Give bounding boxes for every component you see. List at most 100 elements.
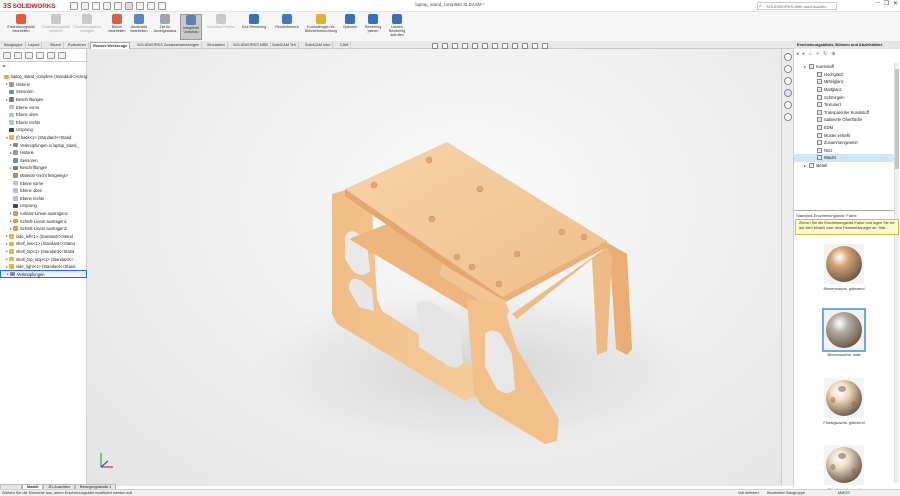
dimxpert-manager-tab-icon[interactable]	[36, 51, 44, 59]
tree-node[interactable]: ▸ shelf_top_stop<1> (Standard<<	[0, 255, 87, 263]
tree-node[interactable]: ▸ Schnitt-Linear austragen2	[0, 225, 87, 233]
tab-9[interactable]: SolidCAM Inbo	[303, 42, 334, 49]
tree-node[interactable]: ▾ (f) back<1> (Standard<<Stand	[0, 134, 87, 142]
appearance-swatch[interactable]: Bienenwachs, matt	[794, 308, 894, 357]
rebuild-icon[interactable]	[136, 2, 144, 10]
configuration-manager-tab-icon[interactable]	[25, 51, 33, 59]
forward-icon[interactable]: ▸	[803, 51, 806, 57]
tab-0[interactable]: Baugruppe	[2, 42, 26, 49]
tree-node[interactable]: ▸ side_left<1> (Standard<<Stand	[0, 232, 87, 240]
print-icon[interactable]	[103, 2, 111, 10]
home-icon[interactable]: ⌂	[809, 51, 812, 57]
ribbon-cmd-8[interactable]: End-Rendering	[238, 14, 270, 40]
ribbon-cmd-12[interactable]: Rendering planen	[362, 14, 384, 40]
tree-node[interactable]: ▸ Beschriftungen	[0, 96, 87, 104]
appearances-tab-icon[interactable]	[784, 89, 792, 97]
appearance-folder[interactable]: Mittelglanz	[794, 78, 894, 86]
tree-node[interactable]: ▸ Historie	[0, 81, 87, 89]
graphics-area[interactable]	[87, 49, 781, 486]
tree-node[interactable]: Sensoren	[0, 88, 87, 96]
laptop-stand-model[interactable]	[87, 49, 781, 486]
appearance-swatch[interactable]: Flüssigwachs, glänzend	[794, 378, 894, 425]
ribbon-cmd-5[interactable]: Ziel für Anzeigestatus	[152, 14, 178, 40]
ribbon-cmd-6[interactable]: Integrierte Vorschau	[180, 14, 202, 40]
tab-5[interactable]: SOLIDWORKS Zusatzanwendungen	[135, 42, 203, 49]
appearance-folder[interactable]: Texturiert	[794, 101, 894, 109]
tree-node[interactable]: Ebene rechts	[0, 119, 87, 127]
pin-icon[interactable]: ⊕	[831, 51, 835, 57]
appearance-folder[interactable]: Hochglanz	[794, 71, 894, 79]
feature-manager-tab-icon[interactable]	[3, 51, 11, 59]
file-properties-icon[interactable]	[147, 2, 155, 10]
tree-node[interactable]: Ebene rechts	[0, 195, 87, 203]
tree-node[interactable]: ▸ shelf_top<1> (Standard<<Stand	[0, 248, 87, 256]
ribbon-cmd-2[interactable]: Erscheinungsbild einfügen	[70, 14, 104, 40]
tree-node[interactable]: ▸ Verknüpfungen in laptop_stand_	[0, 141, 87, 149]
tab-3[interactable]: Evaluieren	[66, 42, 89, 49]
tab-6[interactable]: Simulation	[205, 42, 228, 49]
ribbon-cmd-11[interactable]: Optionen	[340, 14, 360, 40]
solidworks-logo[interactable]: 3S SOLIDWORKS	[3, 1, 56, 11]
new-document-icon[interactable]	[70, 2, 78, 10]
ribbon-cmd-7[interactable]: Vorschau-Fenster	[204, 14, 238, 40]
refresh-icon[interactable]: ↻	[823, 51, 827, 57]
display-manager-tab-icon[interactable]	[47, 51, 55, 59]
tree-node[interactable]: Ebene oben	[0, 111, 87, 119]
ribbon-cmd-0[interactable]: Erscheinungsbild bearbeiten	[4, 14, 38, 40]
tree-node[interactable]: ▸ Verknüpfungen	[0, 270, 87, 279]
open-document-icon[interactable]	[81, 2, 89, 10]
options-gear-icon[interactable]	[158, 2, 166, 10]
tree-node[interactable]: Ursprung	[0, 202, 87, 210]
design-library-icon[interactable]	[784, 65, 792, 73]
tree-node[interactable]: ▸ side_right<1> (Standard<<Stand	[0, 263, 87, 271]
tab-7[interactable]: SOLIDWORKS MBD	[231, 42, 272, 49]
appearance-folder[interactable]: Satinierte Oberfläche	[794, 116, 894, 124]
tree-node[interactable]: ▸ Schnitt-Linear austragen1	[0, 217, 87, 225]
filter-icon[interactable]: ⏷	[2, 64, 6, 70]
tree-node[interactable]: Ebene vorne	[0, 179, 87, 187]
appearance-swatch[interactable]: Bienenwachs, glänzend	[794, 244, 894, 291]
tree-node[interactable]: Sensoren	[0, 157, 87, 165]
custom-properties-icon[interactable]	[784, 101, 792, 109]
appearance-folder[interactable]: ▾ Kunststoff	[794, 63, 894, 71]
appearance-folder[interactable]: Transparenter Kunststoff	[794, 109, 894, 117]
minimize-icon[interactable]: –	[876, 0, 879, 7]
scrollbar-thumb[interactable]	[895, 69, 899, 169]
appearance-swatch[interactable]: Flüssigwachs, matt	[794, 445, 894, 492]
appearance-folder[interactable]: ▸ Metall	[794, 162, 894, 170]
ribbon-cmd-9[interactable]: Renderbereich	[272, 14, 302, 40]
select-icon[interactable]	[125, 2, 133, 10]
tab-1[interactable]: Layout	[26, 42, 43, 49]
ribbon-cmd-10[interactable]: Kontrollbogen für Bühnenbeleuchtung	[304, 14, 338, 40]
tree-node[interactable]: Material <nicht festgelegt>	[0, 172, 87, 180]
forum-icon[interactable]	[784, 113, 792, 121]
tree-node[interactable]: ▸ Aufsatz-Linear austragen1	[0, 210, 87, 218]
appearance-folder[interactable]: Netz	[794, 147, 894, 155]
close-icon[interactable]: ✕	[893, 0, 898, 7]
tree-node[interactable]: Ursprung	[0, 126, 87, 134]
appearance-folder[interactable]: Wachs	[794, 154, 894, 162]
ribbon-cmd-3[interactable]: Bühne bearbeiten	[108, 14, 126, 40]
tab-2[interactable]: Skizze	[48, 42, 65, 49]
tree-node[interactable]: ▸ shelf_low<1> (Standard<<Stand	[0, 240, 87, 248]
restore-icon[interactable]: ❐	[884, 0, 889, 7]
appearance-folder[interactable]: Mattglanz	[794, 86, 894, 94]
ribbon-cmd-13[interactable]: Letztes Rendering aufrufen	[386, 14, 408, 40]
property-manager-tab-icon[interactable]	[14, 51, 22, 59]
tree-node[interactable]: ▸ Beschriftungen	[0, 164, 87, 172]
ribbon-cmd-1[interactable]: Erscheinungsbild kopieren	[42, 14, 70, 40]
tree-node[interactable]: laptop_stand_complete (Standard<Anzeig	[0, 73, 87, 81]
tree-node[interactable]: Ebene vorne	[0, 103, 87, 111]
tab-8[interactable]: SolidCAM Tell	[270, 42, 299, 49]
appearance-folder[interactable]: Muster erstellt	[794, 131, 894, 139]
status-units[interactable]: MMGS	[838, 491, 850, 495]
appearance-folder[interactable]: Zusammengesetzt	[794, 139, 894, 147]
undo-icon[interactable]	[114, 2, 122, 10]
tree-node[interactable]: ▸ Historie	[0, 149, 87, 157]
tab-10[interactable]: CAM	[338, 42, 352, 49]
save-icon[interactable]	[92, 2, 100, 10]
help-search-input[interactable]: ⌕ SOLIDWORKS-Hilfe durchsuchen	[757, 2, 837, 10]
solidworks-resources-icon[interactable]	[784, 53, 792, 61]
tab-4[interactable]: Render-Werkzeuge	[90, 42, 131, 49]
add-folder-icon[interactable]: +	[816, 51, 819, 57]
